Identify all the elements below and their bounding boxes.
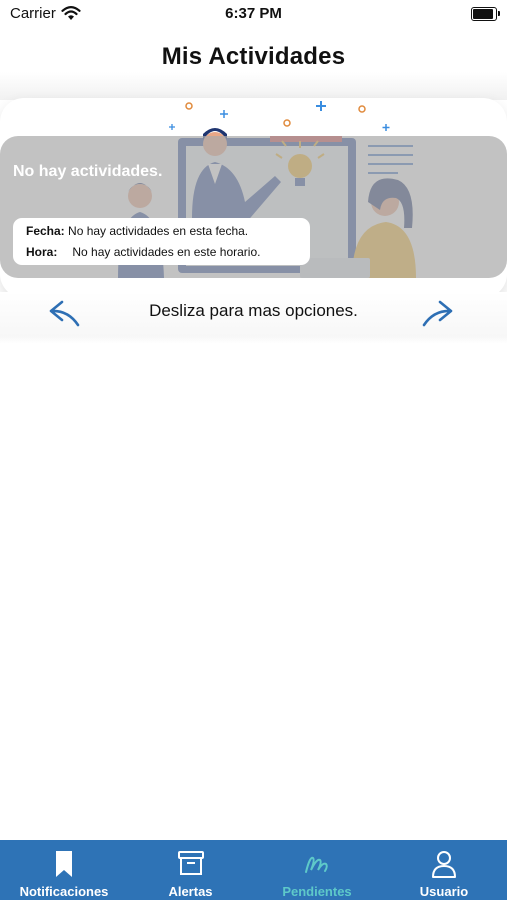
activity-info-box: Fecha: No hay actividades en esta fecha.… bbox=[13, 218, 310, 265]
battery-icon bbox=[471, 7, 500, 21]
date-row: Fecha: No hay actividades en esta fecha. bbox=[26, 224, 248, 238]
time-row: Hora: No hay actividades en este horario… bbox=[26, 245, 260, 259]
page-title: Mis Actividades bbox=[161, 43, 346, 70]
time-value: No hay actividades en este horario. bbox=[72, 245, 261, 259]
scribble-icon bbox=[305, 856, 328, 873]
tab-label: Pendientes bbox=[282, 884, 352, 899]
tab-usuario[interactable]: Usuario bbox=[381, 840, 507, 900]
time-label: Hora: bbox=[26, 245, 58, 259]
empty-message: No hay actividades. bbox=[13, 163, 163, 180]
arrow-right-icon[interactable] bbox=[420, 298, 454, 328]
tab-label: Notificaciones bbox=[19, 884, 109, 899]
status-bar: Carrier 6:37 PM bbox=[0, 0, 507, 30]
tab-pendientes[interactable]: Pendientes bbox=[253, 840, 381, 900]
clock: 6:37 PM bbox=[225, 5, 282, 22]
person-icon bbox=[432, 851, 456, 878]
tab-label: Alertas bbox=[168, 884, 213, 899]
no-activities-overlay: No hay actividades. Fecha: No hay activi… bbox=[0, 136, 507, 278]
bookmark-icon bbox=[56, 851, 72, 877]
archive-box-icon bbox=[177, 851, 204, 875]
activity-card[interactable]: No hay actividades. Fecha: No hay activi… bbox=[0, 98, 507, 298]
tab-bar: Notificaciones Alertas Pendientes Usuari… bbox=[0, 840, 507, 900]
tab-alertas[interactable]: Alertas bbox=[128, 840, 253, 900]
swipe-hint-bar: Desliza para mas opciones. bbox=[0, 292, 507, 344]
date-label: Fecha: bbox=[26, 224, 65, 238]
tab-notificaciones[interactable]: Notificaciones bbox=[0, 840, 128, 900]
tab-label: Usuario bbox=[419, 884, 469, 899]
header: Mis Actividades bbox=[0, 30, 507, 100]
date-value: No hay actividades en esta fecha. bbox=[68, 224, 249, 238]
